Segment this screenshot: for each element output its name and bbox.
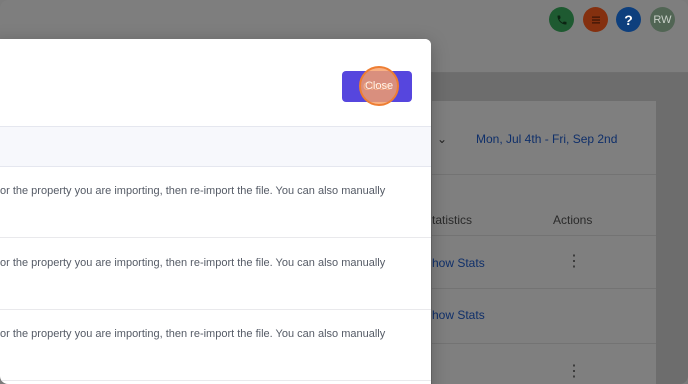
show-stats-link[interactable]: how Stats xyxy=(432,308,485,322)
list-icon[interactable] xyxy=(583,7,608,32)
error-row: or the property you are importing, then … xyxy=(0,309,431,381)
error-message-line: or the property you are importing, then … xyxy=(0,257,386,269)
close-button[interactable]: Close xyxy=(342,71,412,102)
error-row: or the property you are importing, then … xyxy=(0,166,431,238)
help-icon[interactable]: ? xyxy=(616,7,641,32)
show-stats-link[interactable]: how Stats xyxy=(432,256,485,270)
error-row: or the property you are importing, then … xyxy=(0,238,431,310)
column-header-statistics: tatistics xyxy=(432,213,473,227)
card-divider xyxy=(432,288,656,289)
error-message: or the property you are importing, then … xyxy=(0,184,431,198)
card-divider xyxy=(432,343,656,344)
avatar[interactable]: RW xyxy=(650,7,675,32)
error-message-line: or the property you are importing, then … xyxy=(0,185,386,197)
import-errors-modal: Close or the property you are importing,… xyxy=(0,39,431,384)
phone-icon[interactable] xyxy=(549,7,574,32)
error-message: or the property you are importing, then … xyxy=(0,256,431,270)
more-actions-icon[interactable]: ⋮ xyxy=(566,254,582,270)
error-message: or the property you are importing, then … xyxy=(0,327,431,341)
date-range-picker[interactable]: Mon, Jul 4th - Fri, Sep 2nd xyxy=(476,132,617,146)
column-header-actions: Actions xyxy=(553,213,593,227)
card-divider xyxy=(432,174,656,175)
card-divider xyxy=(432,235,656,236)
modal-header: Close xyxy=(0,39,431,126)
errors-table-header xyxy=(0,126,431,167)
more-actions-icon[interactable]: ⋮ xyxy=(566,364,582,380)
chevron-down-icon[interactable]: ⌄ xyxy=(437,132,447,146)
app-frame: ? RW ⌄ Mon, Jul 4th - Fri, Sep 2nd tatis… xyxy=(0,0,688,384)
error-message-line: or the property you are importing, then … xyxy=(0,328,386,340)
